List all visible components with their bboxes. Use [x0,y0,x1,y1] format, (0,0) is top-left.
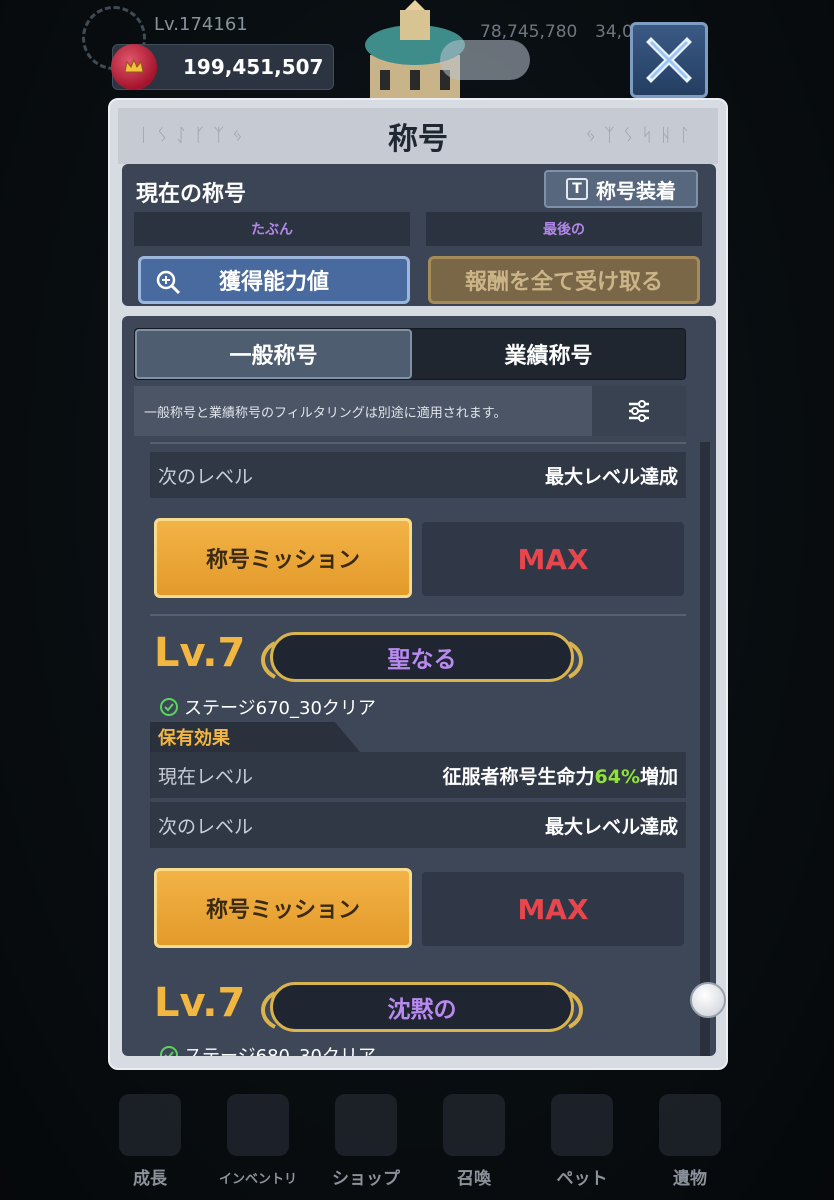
laurel-left-icon [261,991,277,1029]
rune-decoration-right: ᛃᛉᛊᛋᚺᛚ [585,125,698,146]
entry-divider [150,442,686,444]
nav-inventory-label: インベントリ [218,1172,297,1187]
next-level-key: 次のレベル [158,815,254,838]
condition-text: ステージ670_30クリア [184,698,376,719]
gem-shop-icon [335,1094,397,1156]
check-icon [160,698,178,716]
scrollbar-track[interactable] [700,442,710,1056]
condition-text: ステージ680_30クリア [184,1042,376,1056]
max-level-indicator: MAX [422,522,684,596]
next-level-key: 次のレベル [158,465,254,488]
cards-icon [443,1094,505,1156]
max-label: MAX [517,892,589,926]
next-level-row: 次のレベル 最大レベル達成 [150,452,686,498]
next-level-value: 最大レベル達成 [544,465,678,488]
title-mission-button[interactable]: 称号ミッション [154,868,412,948]
next-level-row: 次のレベル 最大レベル達成 [150,802,686,848]
rune-decoration-left: ᛁᛊᛇᚴᛉᛃ [138,125,251,146]
tab-achievement-titles[interactable]: 業績称号 [412,329,685,379]
claim-all-rewards-label: 報酬を全て受け取る [464,270,663,295]
nav-growth-label: 成長 [133,1169,167,1189]
cloud-decoration [440,40,530,80]
title-slot-prefix[interactable]: たぶん [134,212,410,246]
max-level-indicator: MAX [422,872,684,946]
close-button[interactable] [630,22,708,98]
title-name: 聖なる [387,647,457,673]
crown-coin-icon [111,44,157,90]
entry-level: Lv.7 [154,630,246,676]
current-level-row: 現在レベル 征服者称号生命力64%増加 [150,752,686,798]
nav-growth[interactable]: 成長 [100,1080,200,1190]
resource-counter-b: 34,0 [595,22,633,42]
scroll-handle[interactable] [690,982,726,1018]
equip-title-button[interactable]: T 称号装着 [544,170,698,208]
helmet-icon [119,1094,181,1156]
title-mission-label: 称号ミッション [205,898,360,923]
magnify-plus-icon [156,270,181,295]
resource-counter-a: 78,745,780 [480,22,578,42]
current-title-panel: 現在の称号 T 称号装着 たぶん 最後の 獲得能力値 報酬を全て受け取る [122,164,716,306]
nav-relic-label: 遺物 [673,1169,707,1189]
entry-level: Lv.7 [154,980,246,1026]
laurel-right-icon [567,991,583,1029]
unlock-condition: ステージ680_30クリア [160,1042,376,1056]
chest-icon [227,1094,289,1156]
check-icon [160,1046,178,1056]
dialog-header: ᛁᛊᛇᚴᛉᛃ 称号 ᛃᛉᛊᛋᚺᛚ [118,108,718,164]
laurel-right-icon [567,641,583,679]
unlock-condition: ステージ670_30クリア [160,694,376,720]
dialog-title: 称号 [388,122,448,157]
title-mission-label: 称号ミッション [205,548,360,573]
player-level: Lv.174161 [154,14,248,35]
gem-currency-display: 199,451,507 [111,44,334,90]
title-dialog: ᛁᛊᛇᚴᛉᛃ 称号 ᛃᛉᛊᛋᚺᛚ 現在の称号 T 称号装着 たぶん 最後の 獲得… [108,98,728,1070]
laurel-left-icon [261,641,277,679]
entry-divider [150,614,686,616]
gem-currency-value: 199,451,507 [183,55,324,79]
acquired-stats-button[interactable]: 獲得能力値 [138,256,410,304]
tab-general-titles[interactable]: 一般称号 [135,329,412,379]
owned-effect-tab: 保有効果 [150,722,360,752]
max-label: MAX [517,542,589,576]
filter-row: 一般称号と業績称号のフィルタリングは別途に適用されます。 [134,386,686,436]
acquired-stats-label: 獲得能力値 [218,270,329,295]
nav-shop-label: ショップ [332,1169,400,1189]
filter-note: 一般称号と業績称号のフィルタリングは別途に適用されます。 [144,406,507,421]
nav-summon[interactable]: 召喚 [424,1080,524,1190]
current-level-key: 現在レベル [158,765,254,788]
effect-percent: 64% [594,765,640,788]
filter-button[interactable] [592,386,686,436]
pig-icon [551,1094,613,1156]
equip-title-label: 称号装着 [596,178,676,203]
bottom-navigation: 成長 インベントリ ショップ 召喚 ペット 遺物 [100,1080,740,1200]
title-t-icon: T [566,178,588,200]
title-list-panel: 一般称号 業績称号 一般称号と業績称号のフィルタリングは別途に適用されます。 次… [122,316,716,1056]
nav-pet-label: ペット [556,1169,608,1189]
nav-shop[interactable]: ショップ [316,1080,416,1190]
nav-inventory[interactable]: インベントリ [208,1080,308,1190]
title-category-tabs: 一般称号 業績称号 [134,328,686,380]
claim-all-rewards-button[interactable]: 報酬を全て受け取る [428,256,700,304]
close-icon [646,37,692,83]
current-level-effect: 征服者称号生命力64%増加 [442,765,678,788]
nav-summon-label: 召喚 [457,1169,491,1189]
nav-pet[interactable]: ペット [532,1080,632,1190]
title-name-ribbon: 沈黙の [261,982,583,1032]
next-level-value: 最大レベル達成 [544,815,678,838]
title-mission-button[interactable]: 称号ミッション [154,518,412,598]
title-list-scroll[interactable]: 次のレベル 最大レベル達成 称号ミッション MAX Lv.7 聖なる ステージ6… [122,442,716,1056]
title-name-ribbon: 聖なる [261,632,583,682]
relic-icon [659,1094,721,1156]
sliders-icon [629,400,649,422]
current-title-label: 現在の称号 [136,182,247,207]
title-slot-suffix[interactable]: 最後の [426,212,702,246]
title-name: 沈黙の [387,997,457,1023]
nav-relic[interactable]: 遺物 [640,1080,740,1190]
owned-effect-label: 保有効果 [158,728,230,749]
